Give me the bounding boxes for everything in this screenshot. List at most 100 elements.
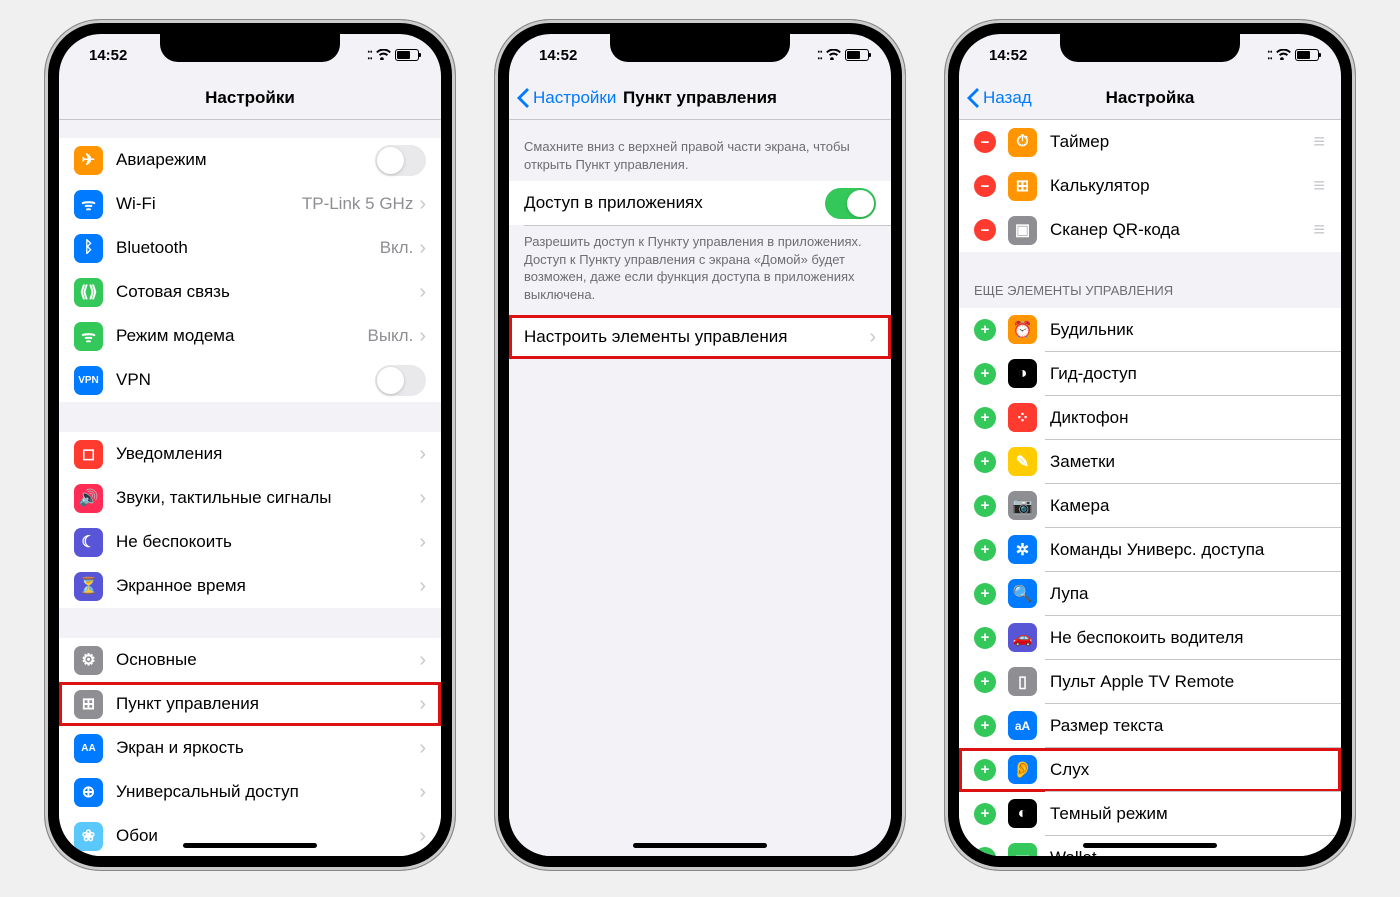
app-icon: 📷	[1008, 491, 1037, 520]
row-label: Слух	[1050, 760, 1326, 780]
home-indicator[interactable]	[633, 843, 767, 848]
app-icon: ✎	[1008, 447, 1037, 476]
row-label: Сотовая связь	[116, 282, 419, 302]
remove-button[interactable]: −	[974, 131, 996, 153]
more-control-row[interactable]: +🔍Лупа	[959, 572, 1341, 616]
add-button[interactable]: +	[974, 715, 996, 737]
wifi-icon	[376, 47, 391, 64]
add-button[interactable]: +	[974, 759, 996, 781]
settings-row[interactable]: ᯤWi-FiTP-Link 5 GHz›	[59, 182, 441, 226]
settings-row[interactable]: ⊞Пункт управления›	[59, 682, 441, 726]
notch	[1060, 34, 1240, 62]
settings-row[interactable]: VPNVPN	[59, 358, 441, 402]
add-button[interactable]: +	[974, 451, 996, 473]
chevron-right-icon: ›	[419, 281, 426, 304]
reorder-handle-icon[interactable]: ≡	[1313, 140, 1326, 144]
more-control-row[interactable]: +◑Гид-доступ	[959, 352, 1341, 396]
control-center-settings[interactable]: Смахните вниз с верхней правой части экр…	[509, 120, 891, 856]
add-button[interactable]: +	[974, 583, 996, 605]
settings-row[interactable]: ⊕Универсальный доступ›	[59, 770, 441, 814]
settings-row[interactable]: 🔊Звуки, тактильные сигналы›	[59, 476, 441, 520]
add-button[interactable]: +	[974, 803, 996, 825]
settings-row[interactable]: AAЭкран и яркость›	[59, 726, 441, 770]
app-icon: ⏳	[74, 572, 103, 601]
access-description: Разрешить доступ к Пункту управления в п…	[509, 225, 891, 311]
included-control-row[interactable]: −▣Сканер QR-кода≡	[959, 208, 1341, 252]
add-button[interactable]: +	[974, 319, 996, 341]
settings-row[interactable]: ⚙Основные›	[59, 638, 441, 682]
wifi-icon	[1276, 47, 1291, 64]
included-control-row[interactable]: −⊞Калькулятор≡	[959, 164, 1341, 208]
add-button[interactable]: +	[974, 407, 996, 429]
more-control-row[interactable]: +👂Слух	[959, 748, 1341, 792]
phone-mockup-1: 14:52 ⁚⁚ Настройки ✈АвиарежимᯤWi-FiTP-Li…	[45, 20, 455, 870]
app-icon: VPN	[74, 366, 103, 395]
add-button[interactable]: +	[974, 495, 996, 517]
more-control-row[interactable]: +▯Пульт Apple TV Remote	[959, 660, 1341, 704]
row-label: Bluetooth	[116, 238, 380, 258]
row-label: Звуки, тактильные сигналы	[116, 488, 419, 508]
reorder-handle-icon[interactable]: ≡	[1313, 228, 1326, 232]
back-button[interactable]: Назад	[967, 88, 1032, 108]
row-label: Пункт управления	[116, 694, 419, 714]
settings-row[interactable]: ✈Авиарежим	[59, 138, 441, 182]
settings-row[interactable]: ☾ Не беспокоить›	[59, 520, 441, 564]
chevron-right-icon: ›	[419, 325, 426, 348]
settings-row[interactable]: ◻Уведомления›	[59, 432, 441, 476]
app-icon: 🔍	[1008, 579, 1037, 608]
more-control-row[interactable]: +✎Заметки	[959, 440, 1341, 484]
settings-row[interactable]: ⏳Экранное время›	[59, 564, 441, 608]
status-time: 14:52	[89, 47, 127, 64]
more-controls-header: ЕЩЕ ЭЛЕМЕНТЫ УПРАВЛЕНИЯ	[959, 274, 1341, 308]
more-control-row[interactable]: +aAРазмер текста	[959, 704, 1341, 748]
customize-controls-row[interactable]: Настроить элементы управления ›	[509, 315, 891, 359]
add-button[interactable]: +	[974, 627, 996, 649]
chevron-right-icon: ›	[419, 781, 426, 804]
more-control-row[interactable]: +⏰Будильник	[959, 308, 1341, 352]
add-button[interactable]: +	[974, 671, 996, 693]
home-indicator[interactable]	[1083, 843, 1217, 848]
settings-row[interactable]: ❀Обои›	[59, 814, 441, 856]
settings-row[interactable]: ⟪⟫Сотовая связь›	[59, 270, 441, 314]
row-label: Не беспокоить	[116, 532, 419, 552]
remove-button[interactable]: −	[974, 175, 996, 197]
row-detail: Вкл.	[380, 238, 414, 258]
page-title: Настройки	[205, 88, 295, 108]
chevron-right-icon: ›	[419, 531, 426, 554]
included-control-row[interactable]: −⏱Таймер≡	[959, 120, 1341, 164]
app-icon: ✈	[74, 146, 103, 175]
more-control-row[interactable]: +🚗Не беспокоить водителя	[959, 616, 1341, 660]
settings-row[interactable]: ᛒBluetoothВкл.›	[59, 226, 441, 270]
settings-list[interactable]: ✈АвиарежимᯤWi-FiTP-Link 5 GHz› ᛒ Bluetooth…	[59, 120, 441, 856]
access-toggle[interactable]	[825, 188, 876, 219]
cellular-signal-icon: ⁚⁚	[1267, 49, 1272, 62]
access-in-apps-row[interactable]: Доступ в приложениях	[509, 181, 891, 225]
row-label: Таймер	[1050, 132, 1313, 152]
more-control-row[interactable]: +◐Темный режим	[959, 792, 1341, 836]
toggle[interactable]	[375, 365, 426, 396]
intro-text: Смахните вниз с верхней правой части экр…	[509, 120, 891, 181]
settings-row[interactable]: ᯤРежим модемаВыкл.›	[59, 314, 441, 358]
row-label: Экранное время	[116, 576, 419, 596]
remove-button[interactable]: −	[974, 219, 996, 241]
more-control-row[interactable]: +✲Команды Универс. доступа	[959, 528, 1341, 572]
add-button[interactable]: +	[974, 539, 996, 561]
app-icon: ⚙	[74, 646, 103, 675]
app-icon: ☾	[74, 528, 103, 557]
app-icon: ᛒ	[74, 234, 103, 263]
add-button[interactable]: +	[974, 363, 996, 385]
battery-icon	[395, 49, 419, 61]
row-label: Сканер QR-кода	[1050, 220, 1313, 240]
add-button[interactable]: +	[974, 847, 996, 856]
customize-list[interactable]: −⏱Таймер≡−⊞Калькулятор≡−▣Сканер QR-кода≡…	[959, 120, 1341, 856]
reorder-handle-icon[interactable]: ≡	[1313, 184, 1326, 188]
app-icon: ✲	[1008, 535, 1037, 564]
row-label: Пульт Apple TV Remote	[1050, 672, 1326, 692]
more-control-row[interactable]: +⁘Диктофон	[959, 396, 1341, 440]
row-label: Основные	[116, 650, 419, 670]
more-control-row[interactable]: +📷Камера	[959, 484, 1341, 528]
row-detail: TP-Link 5 GHz	[302, 194, 413, 214]
toggle[interactable]	[375, 145, 426, 176]
home-indicator[interactable]	[183, 843, 317, 848]
back-button[interactable]: Настройки	[517, 88, 616, 108]
